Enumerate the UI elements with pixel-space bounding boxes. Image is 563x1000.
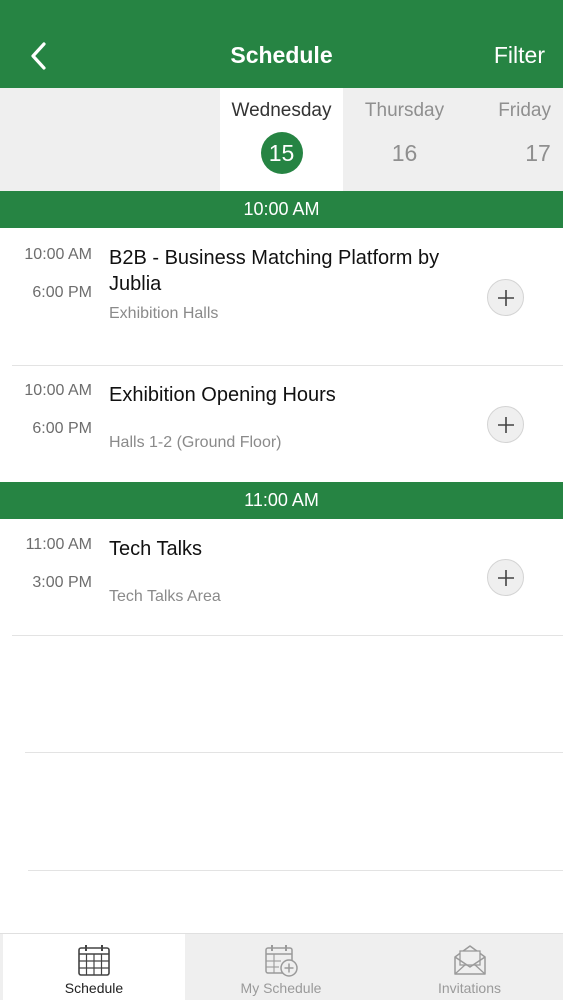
calendar-add-icon — [265, 945, 298, 977]
tab-schedule[interactable]: Schedule — [3, 934, 185, 1000]
session-location: Halls 1-2 (Ground Floor) — [109, 434, 282, 451]
session-item[interactable]: 10:00 AM 6:00 PM B2B - Business Matching… — [0, 228, 563, 365]
divider — [28, 870, 563, 871]
divider — [25, 752, 563, 753]
add-to-schedule-button[interactable] — [487, 559, 524, 596]
tab-invitations[interactable]: Invitations — [376, 934, 563, 1000]
session-location: Exhibition Halls — [109, 305, 219, 322]
day-tab-friday[interactable]: Friday 17 — [440, 88, 563, 191]
session-title: B2B - Business Matching Platform by Jubl… — [109, 247, 440, 295]
day-selector: Wednesday 15 Thursday 16 Friday 17 — [0, 88, 563, 191]
time-section-header: 11:00 AM — [0, 482, 563, 519]
day-name: Wednesday — [231, 100, 332, 121]
time-section-header: 10:00 AM — [0, 191, 563, 228]
session-start-time: 10:00 AM — [24, 382, 92, 399]
session-end-time: 3:00 PM — [32, 574, 92, 591]
filter-button[interactable]: Filter — [494, 42, 545, 69]
day-name: Friday — [498, 100, 551, 121]
tab-label: Schedule — [64, 980, 124, 996]
tab-label: My Schedule — [240, 980, 322, 996]
session-end-time: 6:00 PM — [32, 420, 92, 437]
session-title: Exhibition Opening Hours — [109, 384, 336, 406]
session-location: Tech Talks Area — [109, 588, 221, 605]
plus-icon — [497, 416, 514, 433]
add-to-schedule-button[interactable] — [487, 279, 524, 316]
plus-icon — [497, 569, 514, 586]
tab-my-schedule[interactable]: My Schedule — [188, 934, 374, 1000]
session-item[interactable]: 11:00 AM 3:00 PM Tech Talks Tech Talks A… — [0, 519, 563, 635]
session-item[interactable]: 10:00 AM 6:00 PM Exhibition Opening Hour… — [0, 366, 563, 482]
day-tab-wednesday[interactable]: Wednesday 15 — [220, 88, 343, 191]
session-start-time: 10:00 AM — [24, 246, 92, 263]
session-title: Tech Talks — [109, 538, 203, 560]
tab-label: Invitations — [437, 980, 502, 996]
divider — [12, 635, 563, 636]
session-end-time: 6:00 PM — [32, 284, 92, 301]
add-to-schedule-button[interactable] — [487, 406, 524, 443]
page-title: Schedule — [230, 42, 333, 68]
session-start-time: 11:00 AM — [25, 536, 92, 553]
day-number: 15 — [260, 132, 303, 174]
day-number: 17 — [525, 140, 551, 166]
tab-bar: Schedule My Schedule Invitations — [0, 933, 563, 1000]
envelope-icon — [453, 945, 486, 975]
plus-icon — [497, 289, 514, 306]
navigation-bar: Schedule Filter — [0, 0, 563, 88]
day-number: 16 — [391, 140, 418, 166]
calendar-grid-icon — [78, 945, 110, 976]
